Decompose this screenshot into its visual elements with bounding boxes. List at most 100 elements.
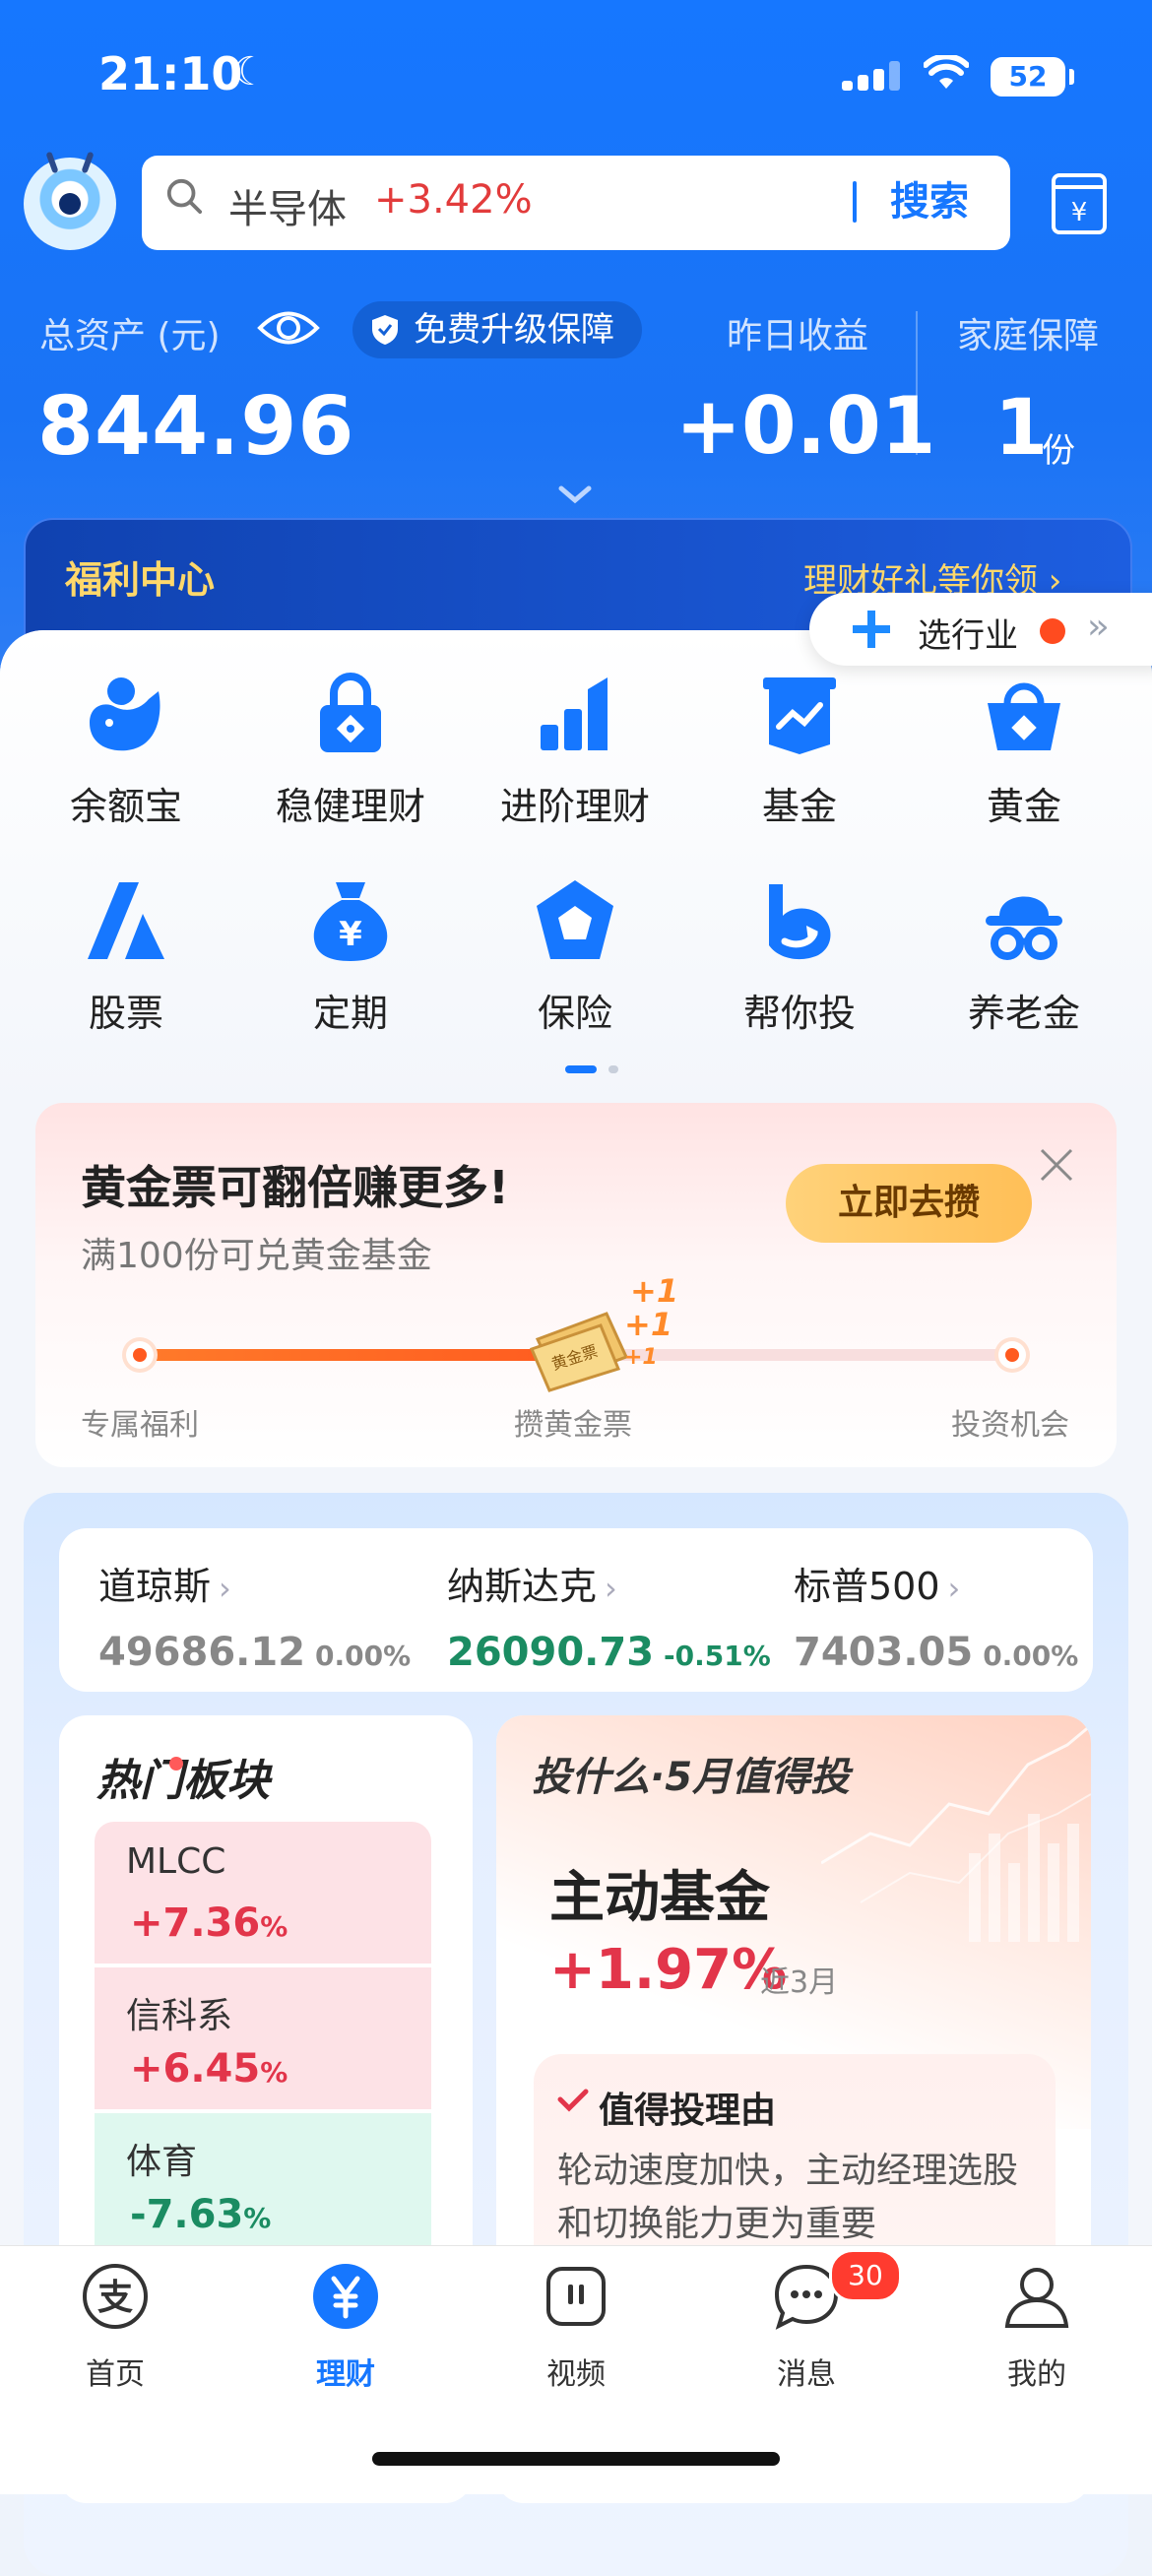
sector-change: +6.45 — [130, 2046, 261, 2092]
pager-active — [565, 1065, 597, 1073]
index-name: 纳斯达克 — [447, 1565, 598, 1608]
close-icon[interactable] — [1038, 1146, 1075, 1184]
plus-one-marks: +1 +1 +1 — [624, 1272, 679, 1370]
fund-return-period: 近3月 — [760, 1965, 839, 2000]
family-protection-value[interactable]: 1 — [994, 384, 1048, 473]
grid-item-yuebao[interactable]: 余额宝 — [28, 670, 224, 830]
grid-item-help-invest[interactable]: 帮你投 — [701, 876, 898, 1037]
double-chevron-icon: ›› — [1087, 607, 1110, 647]
gold-ticket-card[interactable]: 黄金票可翻倍赚更多! 满100份可兑黄金基金 立即去攒 黄金票 +1 +1 +1… — [35, 1103, 1117, 1467]
step-investment-chance: 投资机会 — [951, 1408, 1069, 1443]
upgrade-protection-button[interactable]: 免费升级保障 — [352, 301, 642, 358]
index-dow-jones[interactable]: 道琼斯 › 49686.12 0.00% — [98, 1556, 411, 1675]
svg-text:¥: ¥ — [1071, 198, 1088, 227]
yesterday-earnings-value[interactable]: +0.01 — [675, 380, 935, 472]
welfare-title: 福利中心 — [65, 558, 216, 602]
sector-name: 信科系 — [126, 1996, 233, 2036]
sector-change-unit: % — [243, 2202, 272, 2234]
pager-inactive — [608, 1065, 618, 1073]
index-value: 26090.73 — [447, 1630, 655, 1675]
search-bar[interactable]: 半导体 +3.42% 搜索 — [142, 156, 1010, 250]
chevron-right-icon: › — [947, 1570, 961, 1607]
sector-change-unit: % — [260, 1910, 288, 1943]
gold-ticket-icon: 黄金票 — [529, 1312, 629, 1392]
fund-name: 主动基金 — [549, 1866, 770, 1930]
fund-return: +1.97% — [549, 1938, 788, 2002]
grid-label-stable-finance: 稳健理财 — [275, 785, 425, 828]
total-assets-value[interactable]: 844.96 — [37, 380, 354, 474]
index-nasdaq[interactable]: 纳斯达克 › 26090.73 -0.51% — [447, 1556, 771, 1675]
grid-label-yuebao: 余额宝 — [69, 785, 182, 828]
grid-label-pension: 养老金 — [967, 992, 1080, 1035]
yesterday-earnings-label: 昨日收益 — [727, 316, 869, 356]
gold-card-title: 黄金票可翻倍赚更多! — [81, 1161, 509, 1214]
sector-change-unit: % — [260, 2056, 288, 2089]
grid-item-pension[interactable]: 养老金 — [926, 876, 1122, 1037]
search-keyword: 半导体 — [228, 187, 347, 232]
save-now-button[interactable]: 立即去攒 — [786, 1164, 1032, 1243]
tab-label: 我的 — [1007, 2357, 1066, 2392]
finance-yuan-icon — [313, 2264, 378, 2329]
tab-label: 视频 — [546, 2357, 606, 2392]
progress-end-dot — [998, 1341, 1026, 1369]
chevron-right-icon: › — [219, 1570, 231, 1607]
battery-indicator: 52 — [991, 57, 1065, 97]
family-protection-label: 家庭保障 — [957, 316, 1100, 356]
tab-video[interactable]: 视频 — [502, 2261, 650, 2393]
fund-chart-icon — [763, 677, 836, 754]
notification-dot — [1040, 618, 1065, 644]
grid-label-help-invest: 帮你投 — [742, 992, 856, 1035]
eye-icon[interactable] — [256, 303, 321, 353]
grid-item-advanced-finance[interactable]: 进阶理财 — [477, 670, 673, 830]
sector-name: MLCC — [126, 1841, 226, 1882]
search-button[interactable]: 搜索 — [870, 171, 989, 232]
chevron-down-icon[interactable] — [555, 481, 595, 506]
grid-item-gold[interactable]: 黄金 — [926, 670, 1122, 830]
mascot-avatar[interactable] — [24, 151, 116, 250]
tab-label: 首页 — [86, 2357, 145, 2392]
index-sp500[interactable]: 标普500 › 7403.05 0.00% — [794, 1556, 1078, 1675]
grid-item-stock[interactable]: 股票 — [28, 876, 224, 1037]
index-name: 标普500 — [794, 1565, 940, 1608]
grid-item-fund[interactable]: 基金 — [701, 670, 898, 830]
hot-sectors-title: 热门板块 — [96, 1756, 270, 1806]
grid-label-stock: 股票 — [88, 992, 163, 1035]
tab-profile[interactable]: 我的 — [963, 2261, 1111, 2393]
chevron-right-icon: › — [605, 1570, 617, 1607]
grid-label-insurance: 保险 — [537, 992, 612, 1035]
sector-item[interactable]: MLCC +7.36% — [95, 1822, 431, 1964]
grid-item-insurance[interactable]: 保险 — [477, 876, 673, 1037]
index-change: 0.00% — [315, 1640, 412, 1672]
grid-label-fund: 基金 — [761, 785, 837, 828]
tab-home[interactable]: 支 首页 — [41, 2261, 189, 2393]
grid-item-fixed-term[interactable]: ¥ 定期 — [252, 876, 449, 1037]
stock-icon — [88, 882, 164, 959]
yuebao-icon — [90, 677, 160, 751]
grid-item-stable-finance[interactable]: 稳健理财 — [252, 670, 449, 830]
sector-item[interactable]: 信科系 +6.45% — [95, 1967, 431, 2109]
battery-tip — [1069, 69, 1074, 85]
sector-change: -7.63 — [130, 2192, 244, 2237]
select-industry-button[interactable]: 选行业 ›› — [809, 593, 1152, 666]
insurance-icon — [537, 880, 613, 959]
svg-text:¥: ¥ — [339, 915, 362, 954]
header-divider — [916, 311, 918, 455]
wallet-card-icon[interactable]: ¥ — [1050, 167, 1109, 236]
profile-icon — [1004, 2268, 1069, 2328]
index-bar: 道琼斯 › 49686.12 0.00% 纳斯达克 › 26090.73 -0.51% … — [59, 1528, 1093, 1692]
video-icon — [546, 2267, 606, 2326]
money-bag-icon: ¥ — [313, 882, 388, 961]
total-assets-label: 总资产 (元) — [39, 316, 221, 356]
tab-label: 理财 — [316, 2357, 375, 2392]
index-change: 0.00% — [983, 1640, 1079, 1672]
plus-icon — [853, 611, 890, 648]
moon-icon: ☾ — [232, 49, 268, 95]
reason-body: 轮动速度加快，主动经理选股和切换能力更为重要 — [557, 2151, 1019, 2244]
progress-fill — [140, 1349, 594, 1361]
bar-chart-icon — [541, 677, 608, 750]
sector-item[interactable]: 体育 -7.63% — [95, 2113, 431, 2255]
sector-name: 体育 — [126, 2142, 198, 2182]
what-to-invest-title: 投什么·5月值得投 — [532, 1755, 851, 1800]
signal-icon — [842, 61, 903, 91]
tab-finance[interactable]: 理财 — [272, 2261, 419, 2393]
